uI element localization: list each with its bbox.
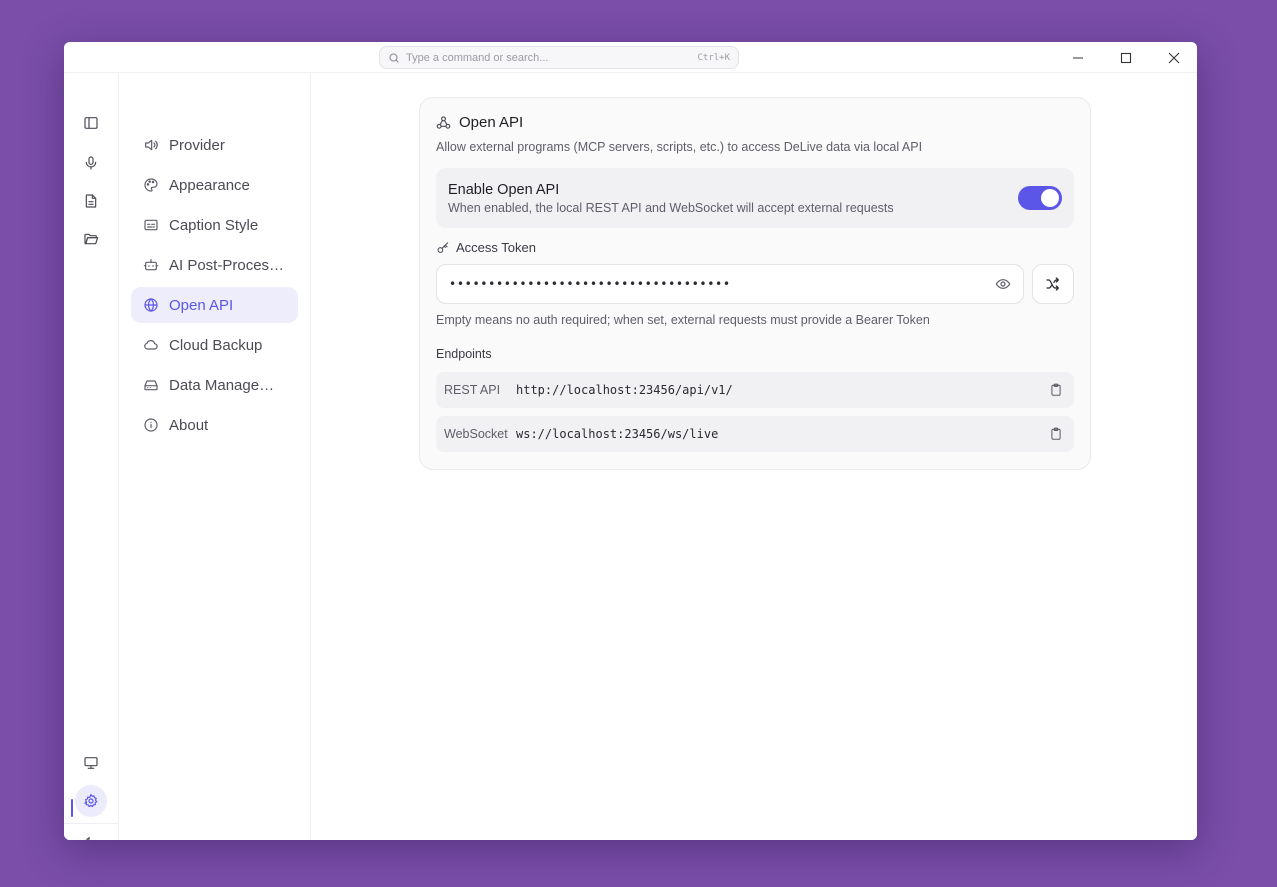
rail-theme-toggle[interactable]	[75, 827, 107, 840]
enable-open-api-row: Enable Open API When enabled, the local …	[436, 168, 1074, 228]
copy-websocket-url-button[interactable]	[1038, 427, 1074, 441]
access-token-hint: Empty means no auth required; when set, …	[436, 313, 930, 327]
nav-item-open-api[interactable]: Open API	[131, 287, 298, 323]
cloud-icon	[143, 337, 159, 353]
search-icon	[388, 52, 400, 64]
open-api-card: Open API Allow external programs (MCP se…	[419, 97, 1091, 470]
bot-icon	[143, 257, 159, 273]
search-placeholder: Type a command or search...	[406, 51, 549, 64]
info-icon	[143, 417, 159, 433]
endpoint-url: http://localhost:23456/api/v1/	[516, 383, 733, 397]
nav-item-data-management[interactable]: Data Management	[131, 367, 298, 403]
title-bar: Type a command or search... Ctrl+K	[64, 42, 1197, 73]
nav-item-ai-post-processing[interactable]: AI Post-Processing	[131, 247, 298, 283]
enable-open-api-title: Enable Open API	[448, 182, 560, 198]
access-token-label: Access Token	[456, 240, 536, 255]
nav-item-label: About	[169, 416, 209, 434]
rail-recording[interactable]	[75, 147, 107, 179]
globe-icon	[143, 297, 159, 313]
enable-open-api-subtitle: When enabled, the local REST API and Web…	[448, 201, 894, 215]
toggle-knob	[1041, 189, 1059, 207]
microphone-icon	[83, 155, 99, 171]
settings-nav: Provider Appearance Caption Style AI Pos…	[119, 73, 311, 840]
endpoints-label: Endpoints	[436, 347, 492, 361]
copy-rest-url-button[interactable]	[1038, 383, 1074, 397]
rail-display[interactable]	[75, 747, 107, 779]
clipboard-icon	[1049, 427, 1063, 441]
app-window: Type a command or search... Ctrl+K Provi…	[64, 42, 1197, 840]
rail-sidebar-toggle[interactable]	[75, 107, 107, 139]
endpoint-url: ws://localhost:23456/ws/live	[516, 427, 719, 441]
monitor-icon	[83, 755, 99, 771]
speaker-icon	[143, 137, 159, 153]
nav-item-label: Data Management	[169, 376, 285, 394]
nav-item-label: AI Post-Processing	[169, 256, 285, 274]
card-header: Open API	[436, 114, 523, 131]
rail-settings[interactable]	[75, 785, 107, 817]
palette-icon	[143, 177, 159, 193]
icon-rail	[64, 73, 119, 840]
enable-open-api-toggle[interactable]	[1018, 186, 1062, 210]
endpoint-row-websocket: WebSocket ws://localhost:23456/ws/live	[436, 416, 1074, 452]
key-icon	[436, 241, 450, 255]
nav-item-caption-style[interactable]: Caption Style	[131, 207, 298, 243]
nav-item-label: Caption Style	[169, 216, 259, 234]
close-button[interactable]	[1151, 42, 1197, 73]
minimize-button[interactable]	[1055, 42, 1101, 73]
nav-item-label: Cloud Backup	[169, 336, 263, 354]
nav-item-about[interactable]: About	[131, 407, 298, 443]
clipboard-icon	[1049, 383, 1063, 397]
nav-item-appearance[interactable]: Appearance	[131, 167, 298, 203]
settings-content: Open API Allow external programs (MCP se…	[311, 73, 1197, 840]
rail-files[interactable]	[75, 223, 107, 255]
card-title: Open API	[459, 114, 524, 131]
rail-active-indicator	[71, 799, 73, 817]
access-token-label-row: Access Token	[436, 240, 536, 255]
caption-icon	[143, 217, 159, 233]
shuffle-icon	[1045, 276, 1061, 292]
nav-item-provider[interactable]: Provider	[131, 127, 298, 163]
card-description: Allow external programs (MCP servers, sc…	[436, 140, 923, 154]
command-search[interactable]: Type a command or search... Ctrl+K	[379, 46, 739, 69]
search-shortcut: Ctrl+K	[697, 52, 730, 63]
access-token-value: ••••••••••••••••••••••••••••••••••••	[449, 277, 731, 291]
maximize-button[interactable]	[1103, 42, 1149, 73]
moon-icon	[83, 835, 99, 840]
sidebar-toggle-icon	[83, 115, 99, 131]
nav-item-cloud-backup[interactable]: Cloud Backup	[131, 327, 298, 363]
endpoint-name: WebSocket	[444, 427, 508, 441]
access-token-input[interactable]: ••••••••••••••••••••••••••••••••••••	[436, 264, 1024, 304]
endpoint-name: REST API	[444, 383, 501, 397]
document-icon	[83, 193, 99, 209]
drive-icon	[143, 377, 159, 393]
rail-transcripts[interactable]	[75, 185, 107, 217]
gear-icon	[83, 793, 99, 809]
api-network-icon	[436, 115, 451, 130]
nav-item-label: Provider	[169, 136, 225, 154]
nav-item-label: Appearance	[169, 176, 250, 194]
eye-icon[interactable]	[995, 276, 1011, 292]
folder-icon	[83, 231, 99, 247]
rail-separator	[64, 823, 119, 824]
generate-token-button[interactable]	[1032, 264, 1074, 304]
nav-item-label: Open API	[169, 296, 234, 314]
endpoint-row-rest: REST API http://localhost:23456/api/v1/	[436, 372, 1074, 408]
